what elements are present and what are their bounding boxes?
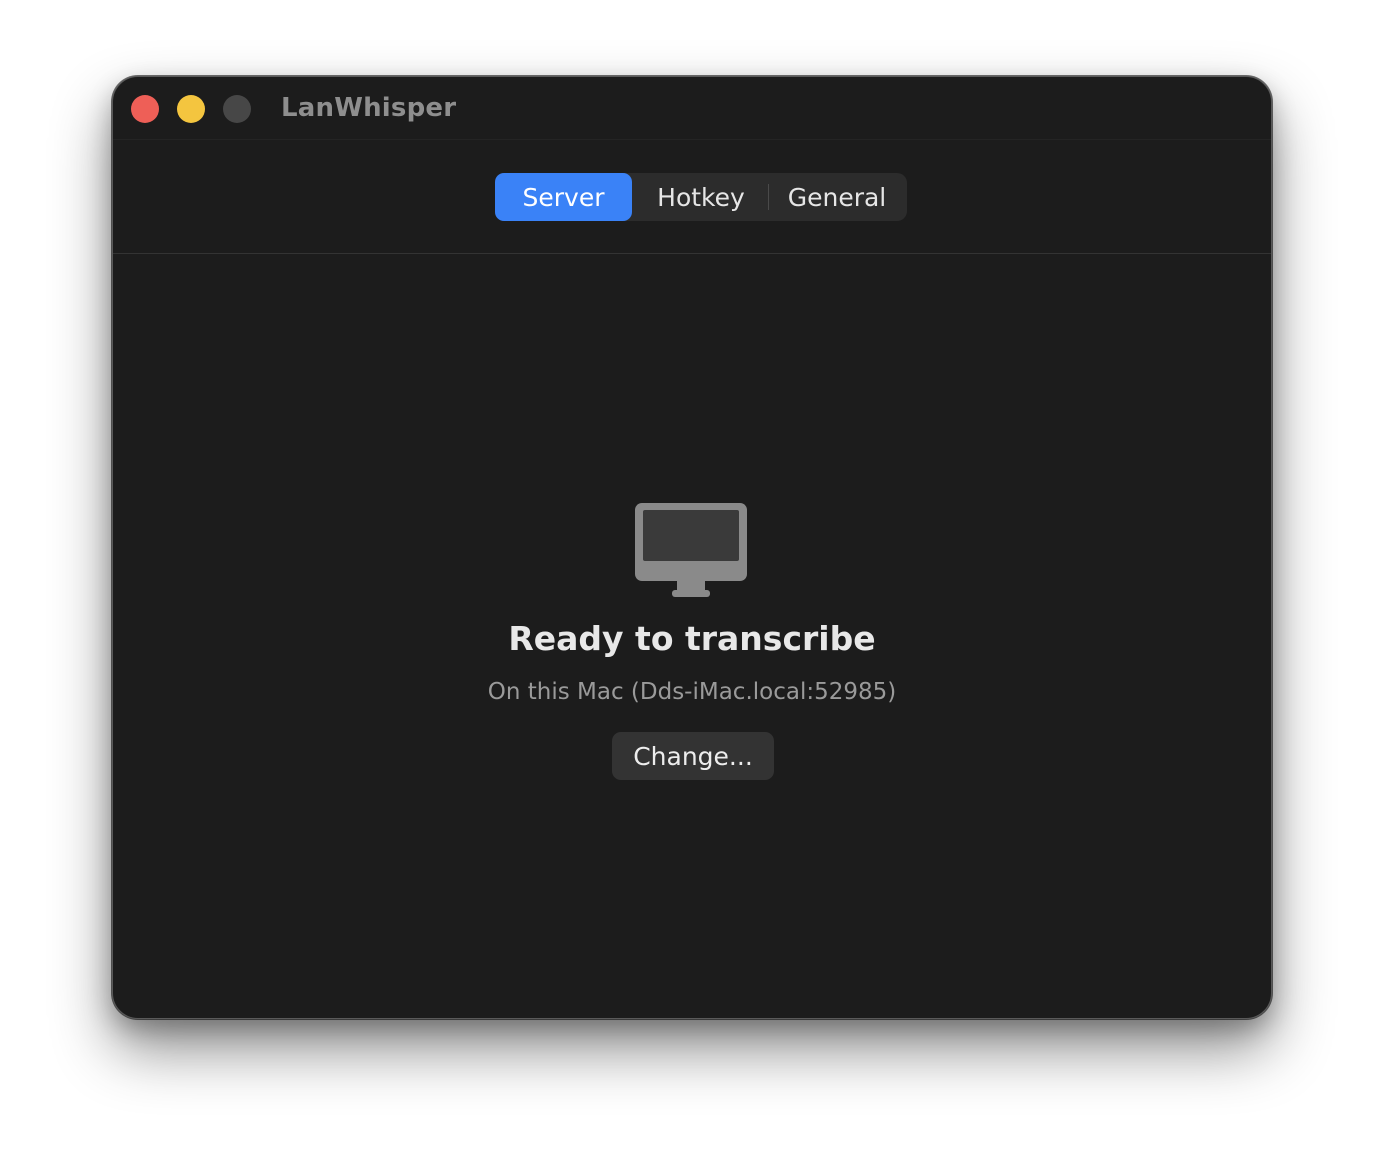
settings-tab-control: Server Hotkey General xyxy=(495,173,907,221)
zoom-window-button xyxy=(223,95,251,123)
status-title: Ready to transcribe xyxy=(508,619,876,658)
server-location-text: On this Mac (Dds-iMac.local:52985) xyxy=(487,679,897,705)
tab-general[interactable]: General xyxy=(767,173,907,221)
close-window-button[interactable] xyxy=(131,95,159,123)
title-bar[interactable]: LanWhisper xyxy=(113,77,1271,139)
app-window: LanWhisper Server Hotkey General Ready t… xyxy=(112,76,1272,1019)
change-server-button[interactable]: Change... xyxy=(612,732,774,780)
toolbar: Server Hotkey General xyxy=(113,139,1271,254)
tab-hotkey[interactable]: Hotkey xyxy=(635,173,767,221)
minimize-window-button[interactable] xyxy=(177,95,205,123)
desktop-computer-icon xyxy=(635,503,747,597)
window-title: LanWhisper xyxy=(281,93,457,123)
tab-server[interactable]: Server xyxy=(495,173,632,221)
server-panel: Ready to transcribe On this Mac (Dds-iMa… xyxy=(113,255,1271,1018)
